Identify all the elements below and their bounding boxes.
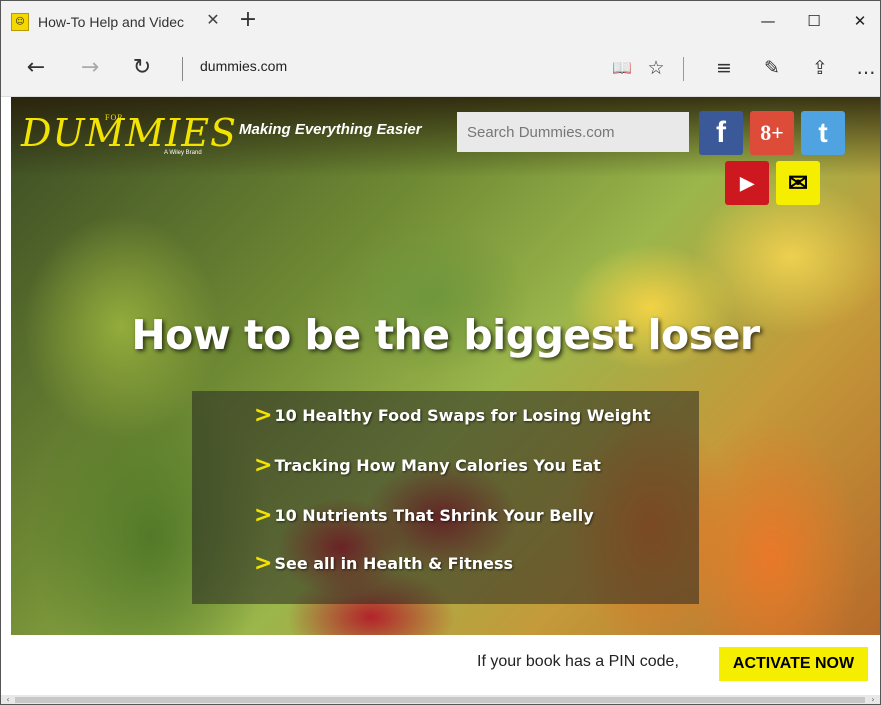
- share-icon[interactable]: ⇪: [805, 53, 835, 83]
- logo-dummies-text: DUMMIES: [21, 111, 238, 155]
- activate-now-button[interactable]: ACTIVATE NOW: [719, 647, 868, 681]
- minimize-button[interactable]: —: [745, 1, 791, 41]
- hero-link-label[interactable]: 10 Nutrients That Shrink Your Belly: [274, 506, 593, 525]
- back-icon[interactable]: ←: [21, 53, 51, 83]
- toolbar-separator: [683, 57, 684, 81]
- chevron-right-icon: >: [254, 452, 273, 478]
- favorites-star-icon[interactable]: ☆: [641, 53, 671, 83]
- chevron-right-icon: >: [254, 502, 273, 528]
- chevron-right-icon: >: [254, 402, 273, 428]
- hero-link-item[interactable]: > 10 Healthy Food Swaps for Losing Weigh…: [254, 402, 651, 428]
- web-note-icon[interactable]: ✎: [757, 53, 787, 83]
- address-separator: [182, 57, 183, 81]
- browser-window: ☺ How-To Help and Videc ✕ + — ☐ ✕ ← → ↻ …: [0, 0, 881, 705]
- forward-icon[interactable]: →: [75, 53, 105, 83]
- hub-icon[interactable]: ≡: [709, 53, 739, 83]
- hero-link-item[interactable]: > See all in Health & Fitness: [254, 550, 513, 576]
- dummies-favicon-icon: ☺: [11, 12, 29, 31]
- scrollbar-thumb[interactable]: [15, 697, 865, 703]
- maximize-button[interactable]: ☐: [791, 1, 837, 41]
- dummies-logo[interactable]: FOR DUMMIES A Wiley Brand: [21, 113, 236, 163]
- browser-tab[interactable]: ☺ How-To Help and Videc ✕: [2, 2, 230, 41]
- new-tab-button[interactable]: +: [237, 9, 259, 32]
- refresh-icon[interactable]: ↻: [127, 53, 157, 83]
- twitter-icon[interactable]: t: [801, 111, 845, 155]
- tab-title: How-To Help and Videc: [38, 13, 185, 30]
- google-plus-icon[interactable]: 8+: [750, 111, 794, 155]
- address-bar[interactable]: dummies.com: [200, 58, 287, 74]
- hero-link-item[interactable]: > 10 Nutrients That Shrink Your Belly: [254, 502, 594, 528]
- reading-view-icon[interactable]: 📖: [607, 53, 637, 83]
- scroll-left-icon[interactable]: ‹: [3, 695, 13, 704]
- tab-close-icon[interactable]: ✕: [204, 11, 222, 29]
- logo-wiley-brand: A Wiley Brand: [164, 150, 202, 156]
- title-bar: ☺ How-To Help and Videc ✕ + — ☐ ✕: [1, 1, 880, 41]
- horizontal-scrollbar[interactable]: ‹ ›: [1, 695, 880, 704]
- email-newsletter-icon[interactable]: ✉: [776, 161, 820, 205]
- hero-links-panel: > 10 Healthy Food Swaps for Losing Weigh…: [192, 391, 699, 604]
- hero-link-item[interactable]: > Tracking How Many Calories You Eat: [254, 452, 601, 478]
- hero-link-label[interactable]: Tracking How Many Calories You Eat: [274, 456, 601, 475]
- web-page: FOR DUMMIES A Wiley Brand Making Everyth…: [1, 97, 880, 704]
- site-tagline: Making Everything Easier: [239, 121, 422, 138]
- facebook-icon[interactable]: f: [699, 111, 743, 155]
- chevron-right-icon: >: [254, 550, 273, 576]
- youtube-icon[interactable]: ▶: [725, 161, 769, 205]
- hero-link-label[interactable]: See all in Health & Fitness: [274, 554, 513, 573]
- site-search-input[interactable]: [457, 112, 689, 152]
- navigation-bar: ← → ↻ dummies.com 📖 ☆ ≡ ✎ ⇪ …: [1, 41, 880, 97]
- more-icon[interactable]: …: [851, 53, 880, 83]
- close-window-button[interactable]: ✕: [837, 1, 880, 41]
- hero-headline: How to be the biggest loser: [131, 311, 760, 359]
- hero-link-label[interactable]: 10 Healthy Food Swaps for Losing Weight: [274, 406, 650, 425]
- scroll-right-icon[interactable]: ›: [868, 695, 878, 704]
- pin-code-text: If your book has a PIN code,: [477, 653, 679, 670]
